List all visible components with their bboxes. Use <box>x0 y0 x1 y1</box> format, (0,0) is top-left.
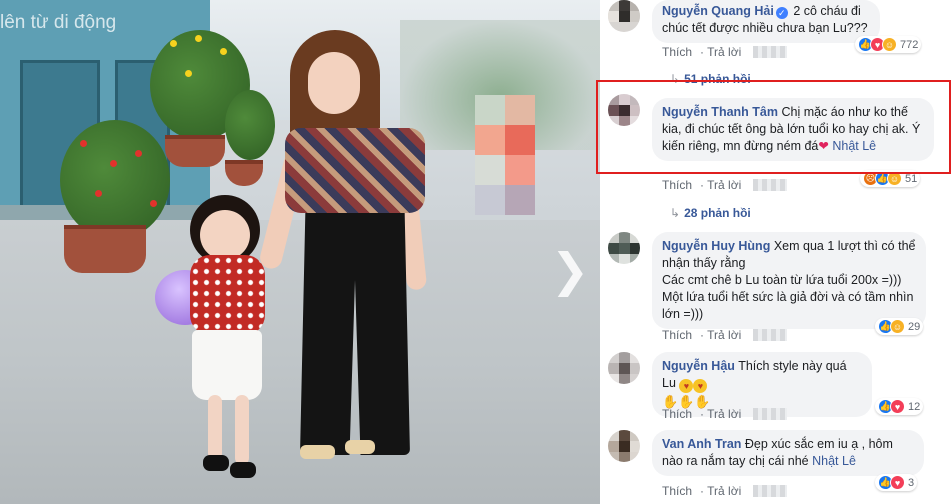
photo-girl-skirt <box>192 330 262 400</box>
like-link[interactable]: Thích <box>662 328 692 342</box>
photo-girl-face <box>200 210 250 260</box>
reaction-summary[interactable]: 👍 ☺ 29 <box>875 318 924 335</box>
photo-girl-shoe <box>203 455 229 471</box>
blurred-timestamp <box>752 179 787 191</box>
photo-flower <box>95 190 102 197</box>
photo-woman-shoe <box>345 440 375 454</box>
photo-plant <box>225 90 275 160</box>
reaction-count: 12 <box>908 400 921 413</box>
reaction-summary[interactable]: 👍 ♥ ☺ 772 <box>855 36 922 53</box>
haha-reaction-icon: ☺ <box>882 37 897 52</box>
photo-girl-leg <box>235 395 249 465</box>
photo-pot <box>165 135 225 167</box>
comment-actions: Thích · Trả lời <box>662 407 795 421</box>
photo-flower <box>110 160 117 167</box>
comment-bubble: Nguyễn Quang Hải ✓ 2 cô cháu đi chúc tết … <box>652 0 880 43</box>
photo-pixelated-area <box>505 125 535 155</box>
reaction-summary[interactable]: 👍 ♥ 3 <box>875 474 918 491</box>
photo-girl-shirt <box>190 255 265 335</box>
comment-bubble: Van Anh Tran Đẹp xúc sắc em iu ạ , hôm n… <box>652 430 924 476</box>
avatar[interactable] <box>608 0 640 32</box>
photo-pot <box>225 160 263 186</box>
photo-pixelated-area <box>475 185 505 215</box>
next-photo-arrow-icon[interactable]: ❯ <box>550 240 590 300</box>
comment-actions: Thích · Trả lời <box>662 178 795 192</box>
reply-link[interactable]: Trả lời <box>707 45 741 59</box>
mention-link[interactable]: Nhật Lê <box>812 454 856 468</box>
photo-flower <box>220 48 227 55</box>
reaction-count: 51 <box>905 172 918 185</box>
photo-woman-top <box>285 128 425 213</box>
comment-actions: Thích · Trả lời <box>662 484 795 498</box>
blurred-timestamp <box>752 46 787 58</box>
photo-pixelated-area <box>505 185 535 215</box>
comment-bubble: Nguyễn Huy Hùng Xem qua 1 lượt thì có th… <box>652 232 926 329</box>
photo-pixelated-area <box>505 95 535 125</box>
love-reaction-icon: ♥ <box>890 475 905 490</box>
comment-author[interactable]: Nguyễn Hậu <box>662 359 735 373</box>
photo-pixelated-area <box>475 125 505 155</box>
avatar[interactable] <box>608 430 640 462</box>
photo-pixelated-area <box>475 95 505 125</box>
like-link[interactable]: Thích <box>662 178 692 192</box>
reply-link[interactable]: Trả lời <box>707 178 741 192</box>
reaction-count: 772 <box>900 38 919 51</box>
comment-text-line: Các cmt chê b Lu toàn từ lứa tuổi 200x =… <box>662 273 902 287</box>
photo-caption: lên từ di động <box>0 12 117 33</box>
heart-eyes-emoji-icon: ♥ <box>679 379 694 393</box>
highlight-box <box>596 80 951 174</box>
post-photo[interactable]: lên từ di động ❯ <box>0 0 600 504</box>
verified-badge-icon: ✓ <box>775 7 788 19</box>
blurred-timestamp <box>752 329 787 341</box>
photo-pot <box>64 225 146 273</box>
like-link[interactable]: Thích <box>662 45 692 59</box>
comments-panel: Nguyễn Quang Hải ✓ 2 cô cháu đi chúc tết … <box>600 0 951 504</box>
photo-pixelated-area <box>505 155 535 185</box>
photo-flower <box>135 150 142 157</box>
comment-author[interactable]: Van Anh Tran <box>662 437 741 451</box>
haha-reaction-icon: ☺ <box>890 319 905 334</box>
photo-girl-shoe <box>230 462 256 478</box>
reply-arrow-icon: ↳ <box>670 206 681 220</box>
comment-author[interactable]: Nguyễn Huy Hùng <box>662 239 770 253</box>
reaction-summary[interactable]: 👍 ♥ 12 <box>875 398 924 415</box>
comment-author[interactable]: Nguyễn Quang Hải <box>662 4 774 18</box>
comment-text-line: Một lứa tuổi hết sức là giả đời và có tầ… <box>662 290 914 321</box>
avatar[interactable] <box>608 352 640 384</box>
comment-actions: Thích · Trả lời <box>662 45 795 59</box>
photo-girl-leg <box>208 395 222 460</box>
photo-woman-shoe <box>300 445 335 459</box>
reply-link[interactable]: Trả lời <box>707 484 741 498</box>
comment-actions: Thích · Trả lời <box>662 328 795 342</box>
photo-woman-face <box>308 52 360 114</box>
like-link[interactable]: Thích <box>662 407 692 421</box>
photo-flower <box>195 35 202 42</box>
blurred-timestamp <box>752 408 787 420</box>
photo-plant <box>60 120 170 240</box>
reaction-count: 29 <box>908 320 921 333</box>
photo-flower <box>170 40 177 47</box>
photo-pixelated-area <box>475 155 505 185</box>
heart-eyes-emoji-icon: ♥ <box>693 379 708 393</box>
reply-link[interactable]: Trả lời <box>707 407 741 421</box>
reply-link[interactable]: Trả lời <box>707 328 741 342</box>
like-link[interactable]: Thích <box>662 484 692 498</box>
view-replies-link[interactable]: ↳ 28 phản hồi <box>670 206 751 220</box>
photo-flower <box>185 70 192 77</box>
blurred-timestamp <box>752 485 787 497</box>
avatar[interactable] <box>608 232 640 264</box>
photo-flower <box>80 140 87 147</box>
photo-flower <box>150 200 157 207</box>
love-reaction-icon: ♥ <box>890 399 905 414</box>
reaction-count: 3 <box>908 476 915 489</box>
